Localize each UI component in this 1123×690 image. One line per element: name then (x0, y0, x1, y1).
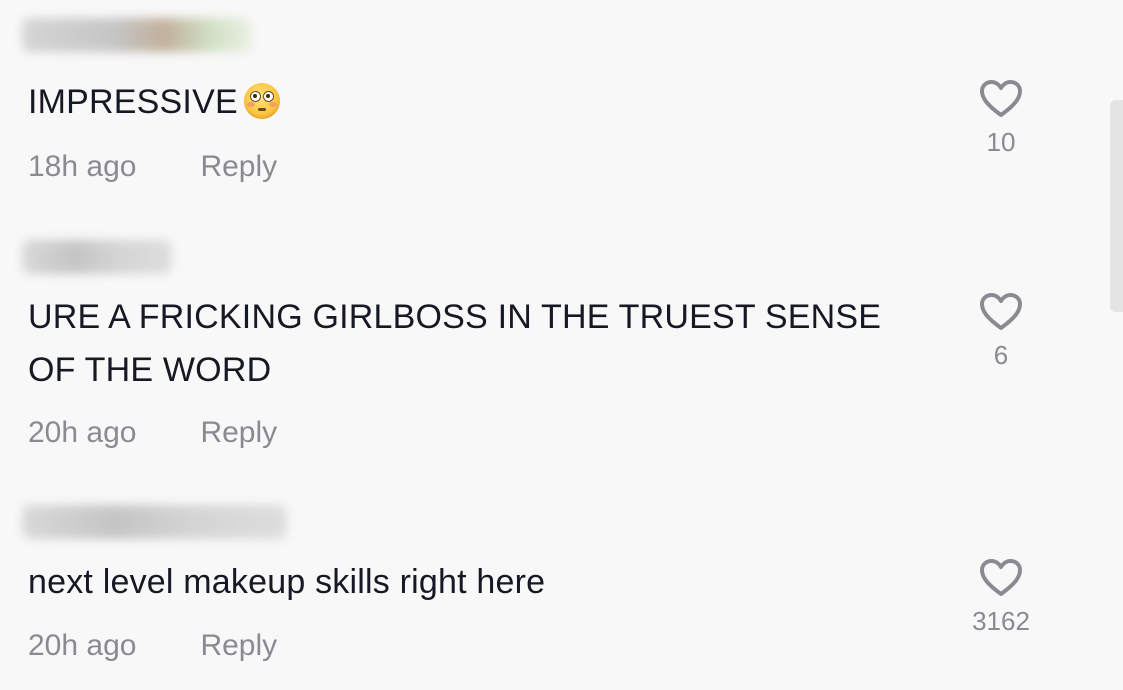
comment-timestamp: 20h ago (28, 416, 137, 449)
scrollbar[interactable] (1110, 100, 1123, 312)
blurred-username[interactable] (22, 240, 172, 274)
comment-timestamp: 18h ago (28, 150, 137, 183)
reply-button[interactable]: Reply (200, 150, 277, 184)
comment-text-content: IMPRESSIVE (28, 83, 238, 121)
blurred-username[interactable] (22, 18, 252, 52)
comment-meta: 18h ago Reply (28, 150, 277, 184)
like-count: 6 (993, 340, 1009, 370)
comment-meta: 20h ago Reply (28, 629, 277, 663)
heart-outline-icon (980, 559, 1022, 596)
blurred-username[interactable] (22, 505, 287, 539)
comment-text-content: URE A FRICKING GIRLBOSS IN THE TRUEST SE… (28, 298, 882, 389)
comment-text: next level makeup skills right here (28, 556, 928, 609)
comment-text: URE A FRICKING GIRLBOSS IN THE TRUEST SE… (28, 291, 928, 397)
heart-outline-icon (980, 293, 1022, 330)
comment-text: IMPRESSIVE (28, 76, 928, 129)
like-button[interactable]: 10 (961, 79, 1041, 158)
like-button[interactable]: 6 (961, 292, 1041, 371)
heart-outline-icon (980, 80, 1022, 117)
like-button[interactable]: 3162 (961, 558, 1041, 637)
comment-timestamp: 20h ago (28, 629, 137, 662)
reply-button[interactable]: Reply (200, 416, 277, 450)
comment-text-content: next level makeup skills right here (28, 563, 546, 601)
comment-meta: 20h ago Reply (28, 416, 277, 450)
like-count: 10 (986, 127, 1016, 157)
reply-button[interactable]: Reply (200, 629, 277, 663)
flushed-face-emoji-icon (243, 83, 280, 119)
like-count: 3162 (972, 606, 1030, 636)
comments-panel: IMPRESSIVE 18h ago Reply 10 URE A FRICKIN… (0, 0, 1123, 690)
